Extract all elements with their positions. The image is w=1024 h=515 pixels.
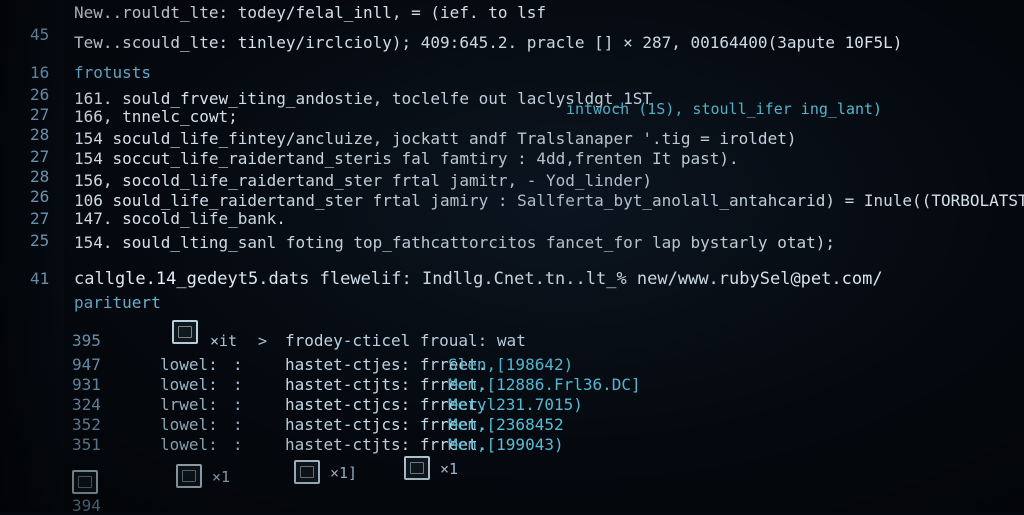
- code-text: 154 soculd_life_fintey/ancluize, jockatt…: [74, 129, 797, 148]
- level-label: lowel:: [160, 415, 218, 434]
- code-line: Tew..scould_lte: tinley/irclcioly); 409:…: [74, 34, 902, 52]
- level-label: lowel:: [160, 355, 218, 374]
- code-text: 106 sould_life_raidertand_ster frtal jam…: [74, 191, 1024, 210]
- code-line: 154 soculd_life_fintey/ancluize, jockatt…: [74, 130, 796, 148]
- line-number: 16: [30, 63, 50, 82]
- code-text: 156, socold_life_raidertand_ster frtal j…: [74, 171, 652, 190]
- code-text: callgle.14_gedeyt5.dats flewelif: Indllg…: [74, 269, 883, 289]
- code-text: intwoch (1S), stoull_ifer ing_lant): [566, 100, 883, 118]
- chevron-right-icon[interactable]: >: [258, 332, 267, 350]
- code-line: callgle.14_gedeyt5.dats flewelif: Indllg…: [74, 270, 883, 288]
- line-number: 26: [30, 187, 50, 206]
- section-label: parituert: [74, 294, 161, 312]
- code-line: 147. socold_life_bank.: [74, 210, 286, 228]
- code-line: 154 soccut_life_raidertand_steris fal fa…: [74, 150, 739, 168]
- folder-label: ×1: [440, 460, 459, 478]
- line-number: 947: [72, 355, 101, 374]
- folder-icon[interactable]: [404, 456, 430, 480]
- folder-icon[interactable]: [176, 464, 202, 488]
- row-value: Meryl231.7015): [448, 395, 583, 414]
- folder-label: ×1]: [330, 464, 358, 482]
- row-value: Men,[2368452: [448, 415, 564, 434]
- line-number: 25: [30, 231, 50, 250]
- line-number: 351: [72, 435, 101, 454]
- folder-icon[interactable]: [172, 320, 198, 344]
- separator: :: [233, 395, 243, 414]
- section-label: frotusts: [74, 64, 151, 82]
- code-text: 154 soccut_life_raidertand_steris fal fa…: [74, 149, 739, 168]
- code-line: 106 sould_life_raidertand_ster frtal jam…: [74, 192, 1024, 210]
- code-line: 154. sould_lting_sanl foting top_fathcat…: [74, 234, 835, 252]
- line-number: 395: [72, 331, 101, 350]
- line-number: 27: [30, 209, 50, 228]
- tree-header-text: frodey-cticel froual: wat: [285, 331, 526, 350]
- row-value: Men,[12886.Frl36.DC]: [448, 375, 641, 394]
- code-text: New..rouldt_lte: todey/felal_inll, = (ie…: [74, 3, 547, 22]
- level-label: lowel:: [160, 375, 218, 394]
- code-line: 166, tnnelc_cowt;: [74, 108, 238, 126]
- line-number: 394: [72, 496, 101, 515]
- line-number: 352: [72, 415, 101, 434]
- line-number: 28: [30, 167, 50, 186]
- separator: :: [233, 355, 243, 374]
- line-number: 931: [72, 375, 101, 394]
- folder-icon[interactable]: [72, 470, 98, 494]
- folder-icon[interactable]: [294, 460, 320, 484]
- code-text: 147. socold_life_bank.: [74, 209, 286, 228]
- line-number: 27: [30, 147, 50, 166]
- line-number: 27: [30, 105, 50, 124]
- level-label: lrwel:: [160, 395, 218, 414]
- separator: :: [233, 415, 243, 434]
- code-text: Tew..scould_lte: tinley/irclcioly); 409:…: [74, 33, 903, 52]
- folder-label: ×1: [212, 468, 231, 486]
- line-number: 26: [30, 85, 50, 104]
- code-line: New..rouldt_lte: todey/felal_inll, = (ie…: [74, 4, 546, 22]
- folder-label: ×it: [210, 332, 238, 350]
- code-text: parituert: [74, 293, 161, 312]
- line-number: 45: [30, 25, 50, 44]
- line-number: 324: [72, 395, 101, 414]
- row-value: Slen,[198642): [448, 355, 574, 374]
- code-line: 156, socold_life_raidertand_ster frtal j…: [74, 172, 652, 190]
- line-number: 41: [30, 269, 50, 288]
- code-text: 166, tnnelc_cowt;: [74, 107, 238, 126]
- separator: :: [233, 435, 243, 454]
- row-value: Men,[199043): [448, 435, 564, 454]
- line-number: 28: [30, 125, 50, 144]
- code-text: 154. sould_lting_sanl foting top_fathcat…: [74, 233, 835, 252]
- code-comment: intwoch (1S), stoull_ifer ing_lant): [566, 100, 882, 118]
- code-text: frotusts: [74, 63, 152, 82]
- separator: :: [233, 375, 243, 394]
- level-label: lowel:: [160, 435, 218, 454]
